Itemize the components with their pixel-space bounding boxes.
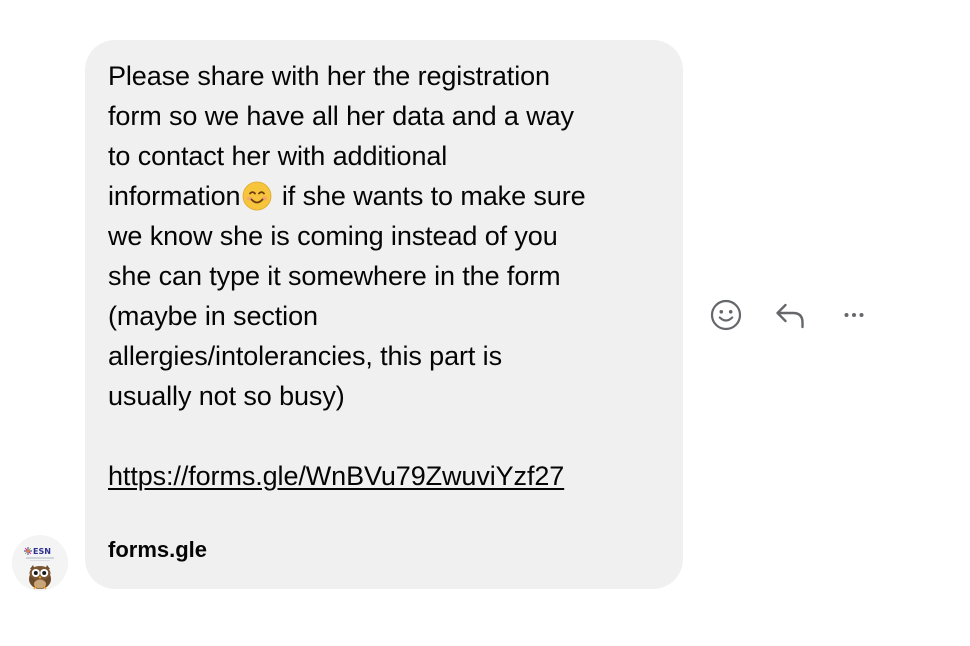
avatar-logo-text: ESN bbox=[33, 547, 51, 556]
message-text: Please share with her the registration f… bbox=[108, 56, 661, 416]
esn-owl-logo-icon: ESN bbox=[12, 535, 68, 591]
react-button[interactable] bbox=[706, 295, 746, 335]
smiling-face-emoji-icon bbox=[243, 181, 272, 211]
message-text-part2: if she wants to make sure we know she is… bbox=[108, 181, 586, 411]
more-icon bbox=[844, 313, 864, 317]
reply-icon bbox=[776, 303, 804, 329]
smiley-icon bbox=[710, 299, 742, 331]
message-bubble[interactable]: Please share with her the registration f… bbox=[85, 40, 683, 589]
message-actions bbox=[706, 295, 898, 335]
avatar[interactable]: ESN bbox=[12, 535, 68, 591]
reply-button[interactable] bbox=[770, 295, 810, 335]
link-preview-domain[interactable]: forms.gle bbox=[108, 536, 207, 564]
message-link[interactable]: https://forms.gle/WnBVu79ZwuviYzf27 bbox=[108, 456, 661, 496]
more-button[interactable] bbox=[834, 295, 874, 335]
